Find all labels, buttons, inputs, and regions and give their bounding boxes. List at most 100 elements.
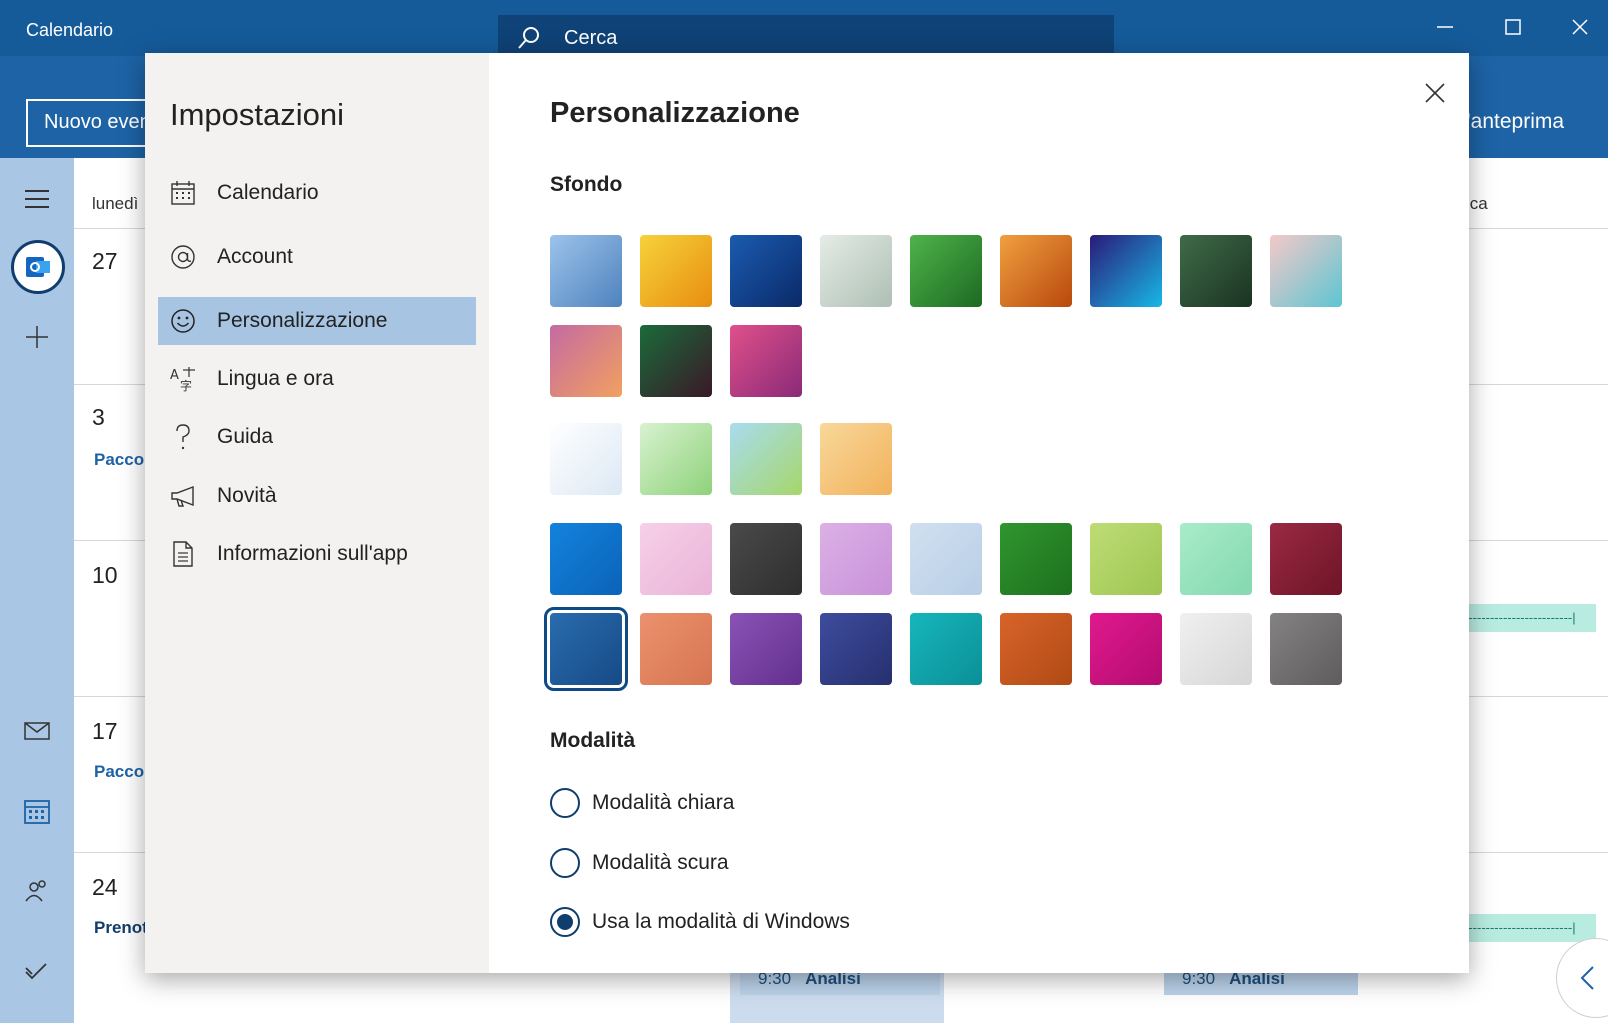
- multi-day-event[interactable]: -------------------------|: [1464, 604, 1596, 632]
- language-icon: A字: [168, 364, 198, 394]
- left-rail: [0, 158, 74, 1023]
- background-swatch-purple[interactable]: [730, 613, 802, 685]
- background-swatch-burnt-orange[interactable]: [1000, 613, 1072, 685]
- chevron-left-icon: [1580, 966, 1594, 990]
- background-swatch-navy[interactable]: [820, 613, 892, 685]
- background-swatch-teal[interactable]: [910, 613, 982, 685]
- settings-dialog: Impostazioni Calendario Account Personal…: [145, 53, 1469, 973]
- window-close-button[interactable]: [1557, 10, 1603, 44]
- todo-icon[interactable]: [20, 954, 54, 988]
- people-icon[interactable]: [20, 874, 54, 908]
- panel-title: Personalizzazione: [550, 97, 800, 129]
- calendar-event[interactable]: Prenot: [94, 918, 148, 938]
- search-placeholder: Cerca: [564, 27, 618, 49]
- background-swatch-lime[interactable]: [1090, 523, 1162, 595]
- background-swatch-pine-forest[interactable]: [1180, 235, 1252, 307]
- background-swatch-dark-blue[interactable]: [544, 607, 628, 691]
- mode-heading: Modalità: [550, 729, 636, 752]
- background-swatch-pink-wave[interactable]: [1270, 235, 1342, 307]
- minimize-icon: [1437, 26, 1453, 28]
- settings-title: Impostazioni: [170, 97, 345, 132]
- background-swatch-scarecrow[interactable]: [820, 423, 892, 495]
- background-swatch-yellow-leaves[interactable]: [640, 235, 712, 307]
- preview-button[interactable]: l'anteprima: [1462, 110, 1564, 134]
- svg-text:字: 字: [180, 378, 192, 393]
- nav-label: Guida: [217, 425, 274, 448]
- multi-day-event[interactable]: -------------------------|: [1464, 914, 1596, 942]
- radio-button[interactable]: [550, 848, 580, 878]
- calendar-icon: [168, 178, 198, 208]
- megaphone-icon: [168, 481, 198, 511]
- background-swatch-green-trees[interactable]: [640, 423, 712, 495]
- background-swatch-magenta[interactable]: [1090, 613, 1162, 685]
- nav-item-guida[interactable]: Guida: [158, 413, 476, 461]
- background-swatch-mountain-snow[interactable]: [550, 235, 622, 307]
- nav-label: Informazioni sull'app: [217, 542, 408, 565]
- day-number[interactable]: 24: [92, 874, 118, 901]
- background-swatch-blue-building[interactable]: [730, 235, 802, 307]
- maximize-button[interactable]: [1490, 10, 1536, 44]
- radio-label: Usa la modalità di Windows: [592, 910, 850, 933]
- background-swatch-light-pink[interactable]: [640, 523, 712, 595]
- hamburger-icon[interactable]: [20, 182, 54, 216]
- day-number[interactable]: 3: [92, 404, 105, 431]
- background-swatch-mint[interactable]: [1180, 523, 1252, 595]
- day-number[interactable]: 27: [92, 248, 118, 275]
- background-swatch-meadow-flowers[interactable]: [730, 423, 802, 495]
- nav-item-informazioni[interactable]: Informazioni sull'app: [158, 530, 476, 578]
- nav-item-novita[interactable]: Novità: [158, 472, 476, 520]
- illustration-backgrounds: [550, 423, 1342, 495]
- day-header-monday: lunedì: [92, 194, 139, 213]
- calendar-event[interactable]: Pacco: [94, 762, 144, 782]
- calendar-event[interactable]: Pacco: [94, 450, 144, 470]
- mail-icon[interactable]: [20, 714, 54, 748]
- nav-item-lingua-e-ora[interactable]: A字 Lingua e ora: [158, 355, 476, 403]
- maximize-icon: [1505, 19, 1521, 35]
- expand-pane-button[interactable]: [1556, 938, 1608, 1018]
- calendar-rail-icon[interactable]: [20, 794, 54, 828]
- smiley-icon: [168, 306, 198, 336]
- background-swatch-blue-flower[interactable]: [1090, 235, 1162, 307]
- app-title: Calendario: [26, 20, 114, 40]
- nav-label: Account: [217, 245, 293, 268]
- radio-label: Modalità scura: [592, 851, 729, 874]
- background-swatch-pink-petals[interactable]: [730, 325, 802, 397]
- background-swatch-green-clover[interactable]: [910, 235, 982, 307]
- radio-button[interactable]: [550, 788, 580, 818]
- nav-label: Calendario: [217, 181, 319, 204]
- document-icon: [168, 539, 198, 569]
- background-swatch-burgundy[interactable]: [1270, 523, 1342, 595]
- background-swatch-aurora[interactable]: [640, 325, 712, 397]
- background-swatch-green[interactable]: [1000, 523, 1072, 595]
- nav-label: Personalizzazione: [217, 309, 388, 332]
- background-swatch-snowman[interactable]: [550, 423, 622, 495]
- add-icon[interactable]: [20, 320, 54, 354]
- nav-item-calendario[interactable]: Calendario: [158, 169, 476, 217]
- day-number[interactable]: 17: [92, 718, 118, 745]
- nav-item-personalizzazione[interactable]: Personalizzazione: [158, 297, 476, 345]
- background-swatch-lilac[interactable]: [820, 523, 892, 595]
- background-swatch-light-blue[interactable]: [910, 523, 982, 595]
- background-swatch-dark-gray[interactable]: [730, 523, 802, 595]
- day-number[interactable]: 10: [92, 562, 118, 589]
- background-swatch-orange-dandelion[interactable]: [1000, 235, 1072, 307]
- nav-item-account[interactable]: Account: [158, 233, 476, 281]
- minimize-button[interactable]: [1422, 10, 1468, 44]
- background-swatch-light-gray[interactable]: [1180, 613, 1252, 685]
- title-bar: Calendario Cerca: [0, 0, 1608, 59]
- settings-close-button[interactable]: [1413, 71, 1457, 115]
- background-swatch-purple-orange[interactable]: [550, 325, 622, 397]
- background-heading: Sfondo: [550, 173, 623, 196]
- background-swatch-blue[interactable]: [550, 523, 622, 595]
- close-icon: [1572, 19, 1588, 35]
- search-icon: [518, 27, 539, 49]
- close-icon: [1425, 83, 1445, 103]
- nav-label: Novità: [217, 484, 277, 507]
- background-swatch-gray[interactable]: [1270, 613, 1342, 685]
- radio-button[interactable]: [550, 907, 580, 937]
- photo-backgrounds: [550, 235, 1342, 397]
- background-swatch-misty-leaves[interactable]: [820, 235, 892, 307]
- outlook-icon[interactable]: [11, 240, 65, 294]
- question-icon: [168, 422, 198, 452]
- background-swatch-coral[interactable]: [640, 613, 712, 685]
